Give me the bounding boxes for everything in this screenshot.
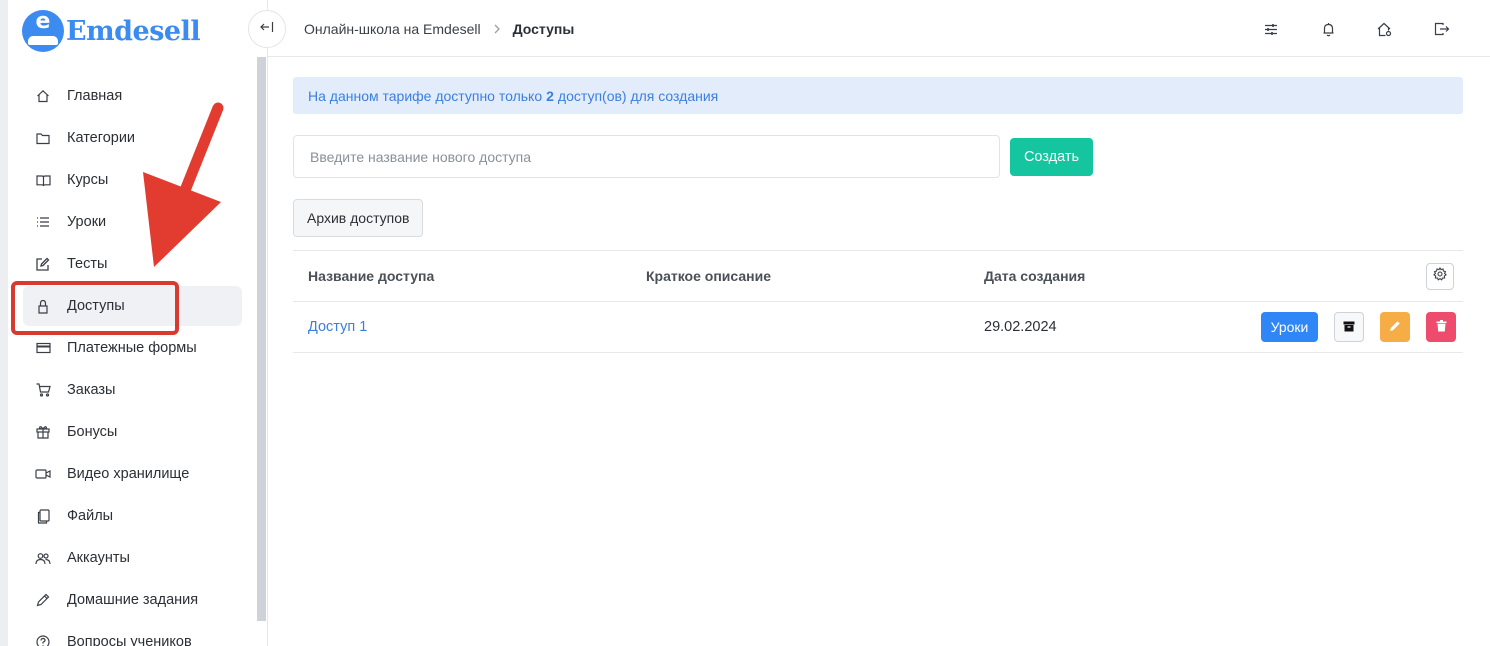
bell-icon[interactable]	[1318, 19, 1338, 39]
sidebar-item-lessons[interactable]: Уроки	[23, 202, 242, 242]
delete-row-button[interactable]	[1426, 312, 1456, 342]
card-icon	[35, 340, 51, 356]
home-icon	[35, 88, 51, 104]
sidebar-scrollbar[interactable]	[257, 57, 266, 621]
plan-limit-notice: На данном тарифе доступно только 2 досту…	[293, 77, 1463, 114]
header-actions	[1224, 19, 1452, 39]
table-settings-button[interactable]	[1426, 263, 1454, 290]
sidebar-item-label: Уроки	[67, 214, 107, 230]
logo-letter: e	[35, 10, 51, 34]
sidebar-item-label: Домашние задания	[67, 592, 199, 608]
breadcrumb-parent[interactable]: Онлайн-школа на Emdesell	[304, 21, 481, 37]
row-actions: Уроки	[1261, 312, 1456, 342]
pencil-icon	[1389, 320, 1401, 335]
access-name-link[interactable]: Доступ 1	[308, 319, 367, 335]
window-edge	[0, 0, 8, 646]
lock-icon	[35, 298, 51, 314]
chevron-right-icon	[493, 24, 501, 34]
sidebar-item-label: Файлы	[67, 508, 114, 524]
collapse-left-icon	[260, 20, 274, 38]
breadcrumb: Онлайн-школа на Emdesell Доступы	[304, 21, 574, 37]
files-icon	[35, 508, 51, 524]
logo[interactable]: e Emdesell	[22, 9, 201, 53]
sidebar-item-video-storage[interactable]: Видео хранилище	[23, 454, 242, 494]
sidebar-item-categories[interactable]: Категории	[23, 118, 242, 158]
sidebar-item-label: Тесты	[67, 256, 108, 272]
new-access-name-input[interactable]	[293, 135, 1000, 178]
sidebar-item-accesses[interactable]: Доступы	[23, 286, 242, 326]
sidebar-nav: Главная Категории Курсы Уроки Тесты Дост…	[23, 76, 242, 646]
logo-badge-icon: e	[22, 10, 64, 52]
book-icon	[35, 172, 51, 188]
sidebar-item-label: Бонусы	[67, 424, 118, 440]
breadcrumb-current: Доступы	[512, 21, 575, 37]
gift-icon	[35, 424, 51, 440]
sidebar-item-label: Категории	[67, 130, 136, 146]
accesses-table: Название доступа Краткое описание Дата с…	[293, 250, 1463, 353]
sidebar-item-label: Аккаунты	[67, 550, 130, 566]
column-header-name[interactable]: Название доступа	[308, 268, 434, 284]
sidebar-item-courses[interactable]: Курсы	[23, 160, 242, 200]
sidebar-item-label: Платежные формы	[67, 340, 197, 356]
top-header: Онлайн-школа на Emdesell Доступы	[248, 0, 1490, 57]
cart-icon	[35, 382, 51, 398]
table-header: Название доступа Краткое описание Дата с…	[293, 251, 1463, 302]
archive-row-button[interactable]	[1334, 312, 1364, 342]
sidebar-item-label: Главная	[67, 88, 123, 104]
access-archive-button[interactable]: Архив доступов	[293, 199, 424, 237]
sliders-icon[interactable]	[1261, 19, 1281, 39]
gear-icon	[1433, 266, 1447, 286]
sidebar-item-orders[interactable]: Заказы	[23, 370, 242, 410]
trash-icon	[1436, 319, 1447, 335]
edit-square-icon	[35, 256, 51, 272]
sidebar-item-home[interactable]: Главная	[23, 76, 242, 116]
main-content: На данном тарифе доступно только 2 досту…	[293, 77, 1463, 353]
sidebar-item-label: Курсы	[67, 172, 109, 188]
logo-text: Emdesell	[66, 15, 201, 47]
house-gear-icon[interactable]	[1375, 19, 1395, 39]
lessons-button[interactable]: Уроки	[1261, 312, 1318, 342]
logout-icon[interactable]	[1432, 19, 1452, 39]
question-icon	[35, 634, 51, 646]
sidebar-item-payment-forms[interactable]: Платежные формы	[23, 328, 242, 368]
folder-icon	[35, 130, 51, 146]
collapse-sidebar-button[interactable]	[248, 10, 286, 48]
list-icon	[35, 214, 51, 230]
edit-row-button[interactable]	[1380, 312, 1410, 342]
column-header-description[interactable]: Краткое описание	[646, 268, 771, 284]
sidebar-item-bonuses[interactable]: Бонусы	[23, 412, 242, 452]
notice-suffix: доступ(ов) для создания	[557, 87, 719, 104]
notice-count: 2	[546, 87, 554, 104]
pencil-icon	[35, 592, 51, 608]
notice-prefix: На данном тарифе доступно только	[308, 87, 543, 104]
sidebar-item-student-questions[interactable]: Вопросы учеников	[23, 622, 242, 646]
sidebar-item-label: Доступы	[67, 298, 125, 314]
sidebar-item-files[interactable]: Файлы	[23, 496, 242, 536]
sidebar: e Emdesell Главная Категории Курсы Уроки…	[8, 0, 268, 646]
access-created-date: 29.02.2024	[984, 319, 1057, 335]
create-button[interactable]: Создать	[1010, 137, 1093, 176]
sidebar-item-label: Вопросы учеников	[67, 634, 192, 646]
sidebar-item-homework[interactable]: Домашние задания	[23, 580, 242, 620]
sidebar-item-label: Видео хранилище	[67, 466, 190, 482]
table-row: Доступ 1 29.02.2024 Уроки	[293, 302, 1463, 353]
create-access-row: Создать	[293, 135, 1463, 178]
sidebar-item-accounts[interactable]: Аккаунты	[23, 538, 242, 578]
sidebar-item-label: Заказы	[67, 382, 116, 398]
column-header-date[interactable]: Дата создания	[984, 268, 1085, 284]
sidebar-item-tests[interactable]: Тесты	[23, 244, 242, 284]
video-icon	[35, 466, 51, 482]
archive-box-icon	[1343, 320, 1355, 335]
users-icon	[35, 550, 51, 566]
